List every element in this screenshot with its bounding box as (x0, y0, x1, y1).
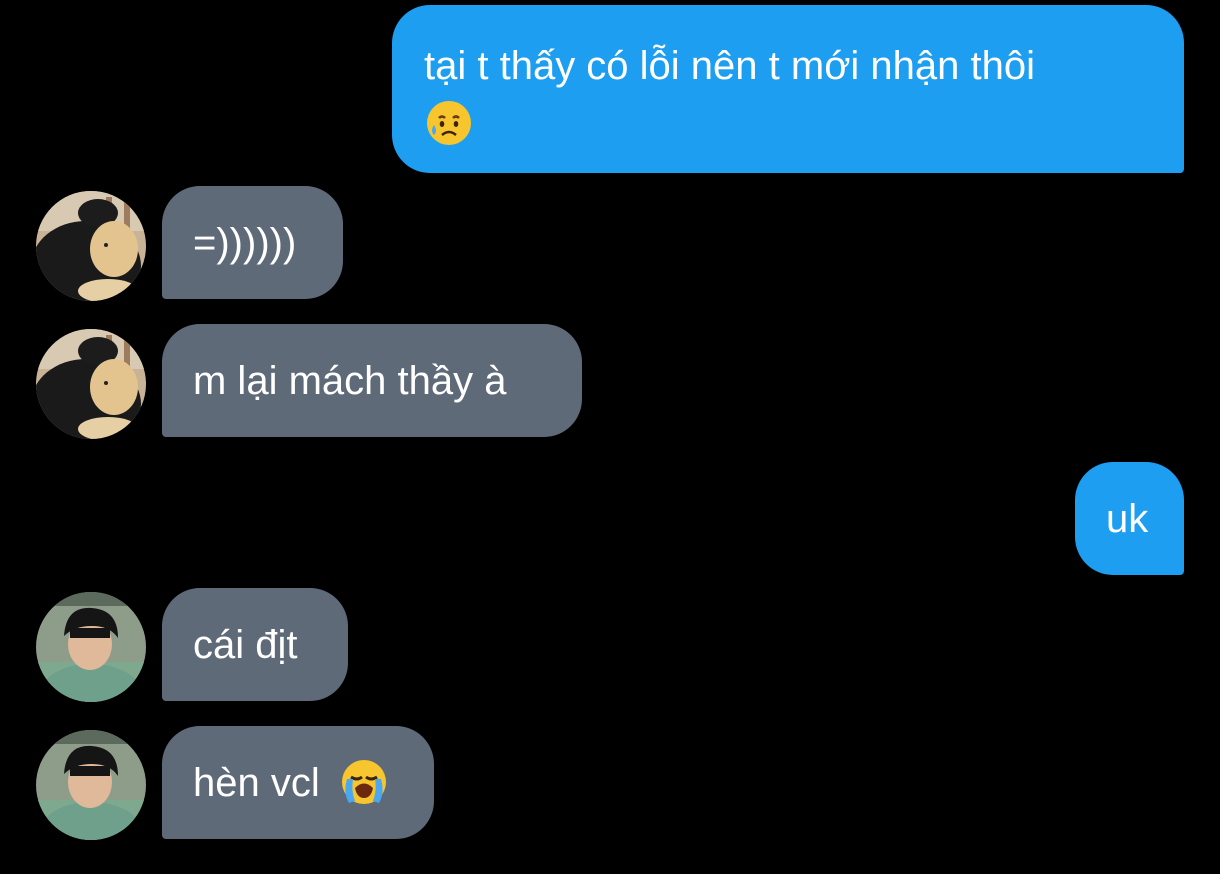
incoming-message-bubble[interactable]: hèn vcl (162, 726, 434, 839)
incoming-message-bubble[interactable]: cái địt (162, 588, 348, 701)
message-text: hèn vcl (193, 761, 320, 805)
incoming-message-bubble[interactable]: m lại mách thầy à (162, 324, 582, 437)
avatar[interactable] (36, 592, 146, 702)
chat-thread: tại t thấy có lỗi nên t mới nhận thôi =)… (0, 0, 1220, 874)
loudly-crying-face-emoji (339, 757, 389, 807)
incoming-message-bubble[interactable]: =)))))) (162, 186, 343, 299)
message-text: =)))))) (193, 221, 297, 265)
avatar[interactable] (36, 730, 146, 840)
sad-but-relieved-face-emoji (424, 98, 474, 148)
message-text: tại t thấy có lỗi nên t mới nhận thôi (424, 44, 1036, 88)
avatar[interactable] (36, 329, 146, 439)
outgoing-message-bubble[interactable]: uk (1075, 462, 1184, 575)
message-text: uk (1106, 497, 1149, 541)
outgoing-message-bubble[interactable]: tại t thấy có lỗi nên t mới nhận thôi (392, 5, 1184, 173)
message-text: cái địt (193, 623, 298, 667)
message-text: m lại mách thầy à (193, 359, 507, 403)
avatar[interactable] (36, 191, 146, 301)
